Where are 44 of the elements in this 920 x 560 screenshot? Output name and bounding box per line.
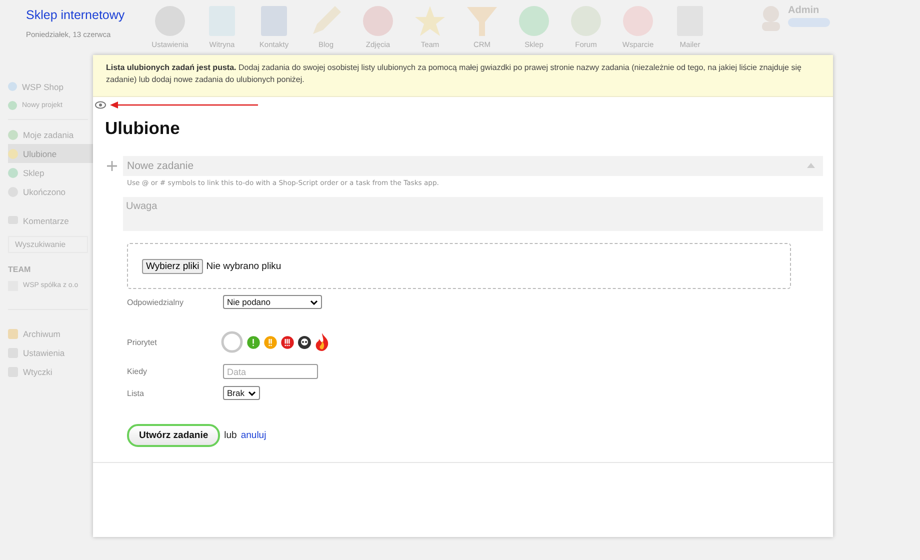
user-badge: [788, 18, 830, 27]
dot-icon: [8, 82, 17, 91]
eye-icon[interactable]: [95, 101, 106, 109]
create-task-button[interactable]: Utwórz zadanie: [127, 424, 220, 447]
file-status-text: Nie wybrano pliku: [206, 260, 282, 272]
sidebar-item[interactable]: Ulubione: [8, 144, 93, 163]
sidebar-item[interactable]: Moje zadania: [8, 125, 93, 144]
skull-icon[interactable]: [298, 336, 311, 348]
page-title: Ulubione: [105, 118, 181, 139]
file-drop-area[interactable]: Wybierz pliki Nie wybrano pliku: [127, 243, 791, 289]
exclamation-icon[interactable]: [281, 336, 294, 348]
list-dropdown[interactable]: Brak: [223, 386, 260, 400]
or-text: lub: [224, 430, 237, 441]
search-field[interactable]: Wyszukiwanie: [8, 236, 88, 253]
field-label: Odpowiedzialny: [127, 298, 184, 306]
field-label: Kiedy: [127, 367, 148, 376]
exclamation-icon[interactable]: [247, 336, 260, 348]
caret-icon: [807, 163, 815, 168]
chevron-icon: [248, 390, 256, 396]
choose-files-button[interactable]: Wybierz pliki: [142, 258, 204, 274]
funnel-icon[interactable]: [465, 4, 499, 38]
empty-circle-icon[interactable]: [221, 331, 243, 353]
flame-icon[interactable]: [315, 333, 329, 351]
task-name-field[interactable]: Nowe zadanie: [123, 156, 823, 176]
team-heading: TEAM: [8, 265, 32, 274]
empty-list-notice: Lista ulubionych zadań jest pusta. Dodaj zadania do swojej osobistej listy ulubionych za pomocą małej gwiazdki po prawej stronie nazwy zadania (niezależnie od tego, na jakiej liście znajduje się zadanie) lub dodaj nowe zadania do ulubionych poniżej.: [93, 55, 833, 97]
exclamation-icon[interactable]: [264, 336, 277, 348]
sidebar-link[interactable]: Ustawienia: [23, 348, 65, 358]
avatar-icon: [760, 5, 782, 31]
field-label: Priorytet: [127, 338, 158, 346]
sidebar-item[interactable]: Sklep: [8, 163, 93, 182]
project-link[interactable]: WSP Shop: [22, 82, 64, 92]
brand-link[interactable]: Sklep internetowy: [26, 8, 144, 22]
comments-link[interactable]: Komentarze: [23, 216, 69, 226]
note-field[interactable]: Uwaga: [123, 197, 823, 231]
chevron-icon: [310, 300, 318, 304]
sidebar-link[interactable]: Wtyczki: [23, 366, 52, 376]
assignee-dropdown[interactable]: Nie podano: [223, 295, 322, 309]
date-field[interactable]: Data: [223, 364, 318, 379]
sidebar-link[interactable]: Archiwum: [23, 328, 60, 338]
cancel-link[interactable]: anuluj: [240, 430, 266, 441]
box-icon: [8, 328, 18, 338]
field-label: Lista: [127, 388, 145, 398]
sidebar-item[interactable]: Ukończono: [8, 182, 93, 201]
